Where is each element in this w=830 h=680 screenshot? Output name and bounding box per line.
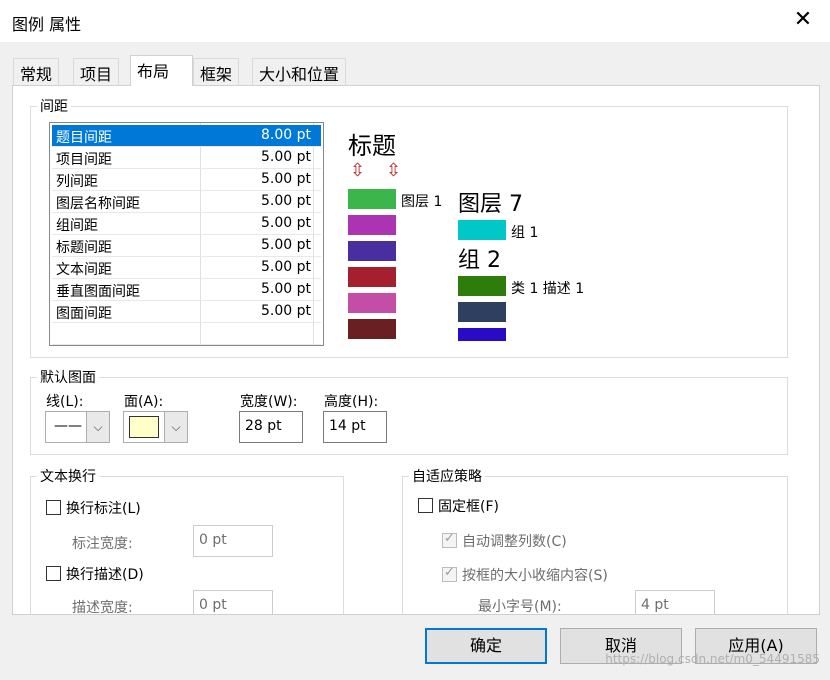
legend-swatch — [458, 328, 506, 341]
legend-layer1-label: 图层 1 — [401, 194, 443, 210]
height-label: 高度(H): — [324, 394, 379, 410]
shrink-contents-label: 按框的大小收缩内容(S) — [462, 568, 608, 584]
list-item[interactable]: 组间距 5.00 pt — [52, 213, 321, 235]
legend-swatch — [348, 293, 396, 313]
list-item[interactable]: 垂直图面间距 5.00 pt — [52, 279, 321, 301]
auto-columns-label: 自动调整列数(C) — [462, 534, 567, 550]
title-bar: 图例 属性 ✕ — [0, 0, 830, 42]
legend-swatch — [348, 319, 396, 339]
tab-items[interactable]: 项目 — [73, 58, 120, 85]
default-patch-group-label: 默认图面 — [37, 367, 99, 387]
wrap-descriptions-checkbox[interactable] — [46, 566, 61, 581]
layout-panel: 间距 题目间距 8.00 pt 项目间距 5.00 pt 列间距 5.00 pt 图层… — [12, 85, 820, 615]
min-font-size-input[interactable]: 4 pt — [635, 590, 715, 614]
chevron-down-icon: ⌵ — [86, 412, 109, 442]
legend-swatch — [458, 276, 506, 296]
list-item[interactable]: 图面间距 5.00 pt — [52, 301, 321, 323]
tab-general[interactable]: 常规 — [13, 58, 60, 85]
spacing-group-label: 间距 — [37, 96, 71, 116]
spacing-arrow-icon: ⇳ — [386, 160, 402, 181]
wrap-descriptions-label: 换行描述(D) — [66, 567, 144, 583]
list-item[interactable]: 题目间距 8.00 pt — [52, 125, 321, 147]
text-wrap-group-label: 文本换行 — [37, 466, 99, 486]
spacing-list[interactable]: 题目间距 8.00 pt 项目间距 5.00 pt 列间距 5.00 pt 图层名称间… — [49, 122, 324, 346]
preview-title: 标题 — [348, 132, 396, 160]
legend-layer7-label: 图层 7 — [458, 192, 523, 217]
min-font-size-label: 最小字号(M): — [478, 599, 562, 615]
legend-group1-label: 组 1 — [511, 225, 539, 241]
legend-swatch — [348, 215, 396, 235]
description-width-input[interactable]: 0 pt — [193, 590, 273, 614]
line-patch-dropdown[interactable]: —— ⌵ — [45, 411, 110, 443]
chevron-down-icon: ⌵ — [164, 412, 187, 442]
ok-button[interactable]: 确定 — [425, 628, 547, 664]
legend-swatch — [458, 302, 506, 322]
list-item[interactable]: 列间距 5.00 pt — [52, 169, 321, 191]
width-label: 宽度(W): — [240, 394, 298, 410]
fixed-frame-label: 固定框(F) — [438, 499, 499, 515]
description-width-label: 描述宽度: — [72, 600, 133, 615]
line-label: 线(L): — [46, 394, 84, 410]
tab-frame[interactable]: 框架 — [193, 58, 240, 85]
height-input[interactable]: 14 pt — [323, 411, 387, 443]
area-label: 面(A): — [124, 394, 164, 410]
list-item[interactable]: 标题间距 5.00 pt — [52, 235, 321, 257]
fixed-frame-checkbox[interactable] — [418, 498, 433, 513]
tab-layout[interactable]: 布局 — [130, 55, 193, 86]
label-width-input[interactable]: 0 pt — [193, 525, 273, 557]
shrink-contents-checkbox[interactable] — [442, 565, 457, 582]
area-color-swatch — [129, 416, 159, 438]
list-item — [52, 323, 321, 345]
auto-columns-checkbox[interactable] — [442, 531, 457, 548]
legend-group2-label: 组 2 — [458, 248, 501, 273]
wrap-labels-checkbox[interactable] — [46, 500, 61, 515]
legend-swatch — [348, 241, 396, 261]
wrap-labels-label: 换行标注(L) — [66, 501, 141, 517]
list-item[interactable]: 项目间距 5.00 pt — [52, 147, 321, 169]
legend-swatch — [348, 189, 396, 209]
close-icon[interactable]: ✕ — [790, 6, 816, 34]
area-patch-dropdown[interactable]: ⌵ — [123, 411, 188, 443]
watermark: https://blog.csdn.net/m0_54491585 — [605, 652, 820, 666]
legend-swatch — [458, 220, 506, 240]
legend-swatch — [348, 267, 396, 287]
spacing-arrow-icon: ⇳ — [350, 160, 366, 181]
window-title: 图例 属性 — [12, 15, 82, 34]
fitting-strategy-group-label: 自适应策略 — [409, 466, 485, 486]
list-item[interactable]: 图层名称间距 5.00 pt — [52, 191, 321, 213]
line-patch-value: —— — [54, 418, 82, 434]
width-input[interactable]: 28 pt — [239, 411, 303, 443]
label-width-label: 标注宽度: — [72, 536, 133, 552]
legend-class-label: 类 1 描述 1 — [511, 281, 585, 297]
tab-size-position[interactable]: 大小和位置 — [252, 58, 347, 85]
list-item[interactable]: 文本间距 5.00 pt — [52, 257, 321, 279]
